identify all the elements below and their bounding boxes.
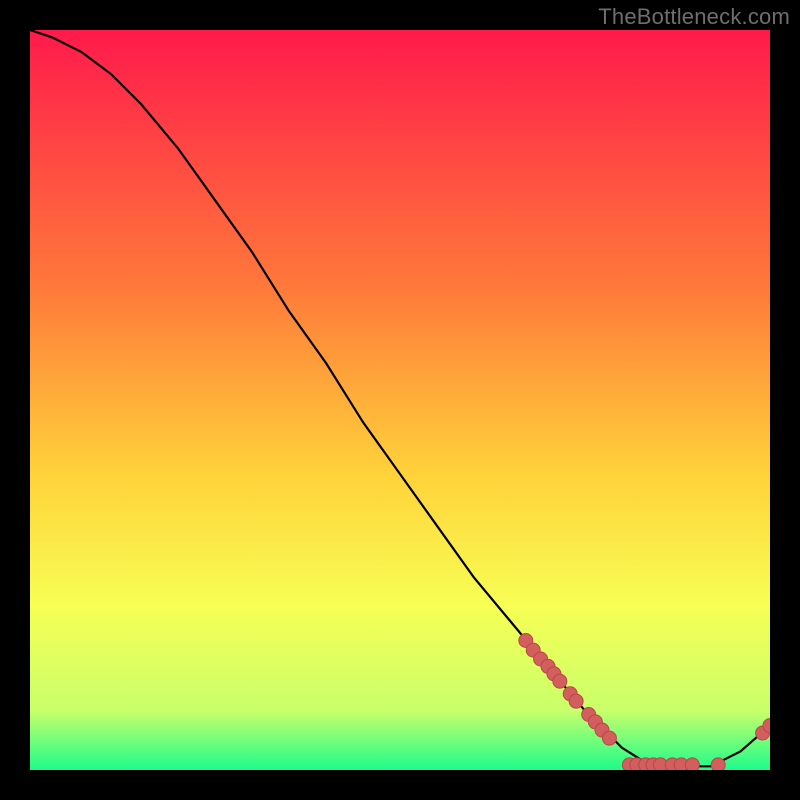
data-marker	[711, 758, 725, 770]
plot-area	[30, 30, 770, 770]
chart-frame: TheBottleneck.com	[0, 0, 800, 800]
attribution-label: TheBottleneck.com	[598, 4, 790, 30]
bottleneck-chart	[30, 30, 770, 770]
data-marker	[685, 758, 699, 770]
data-marker	[553, 674, 567, 688]
data-marker	[602, 731, 616, 745]
data-marker	[569, 694, 583, 708]
gradient-background	[30, 30, 770, 770]
